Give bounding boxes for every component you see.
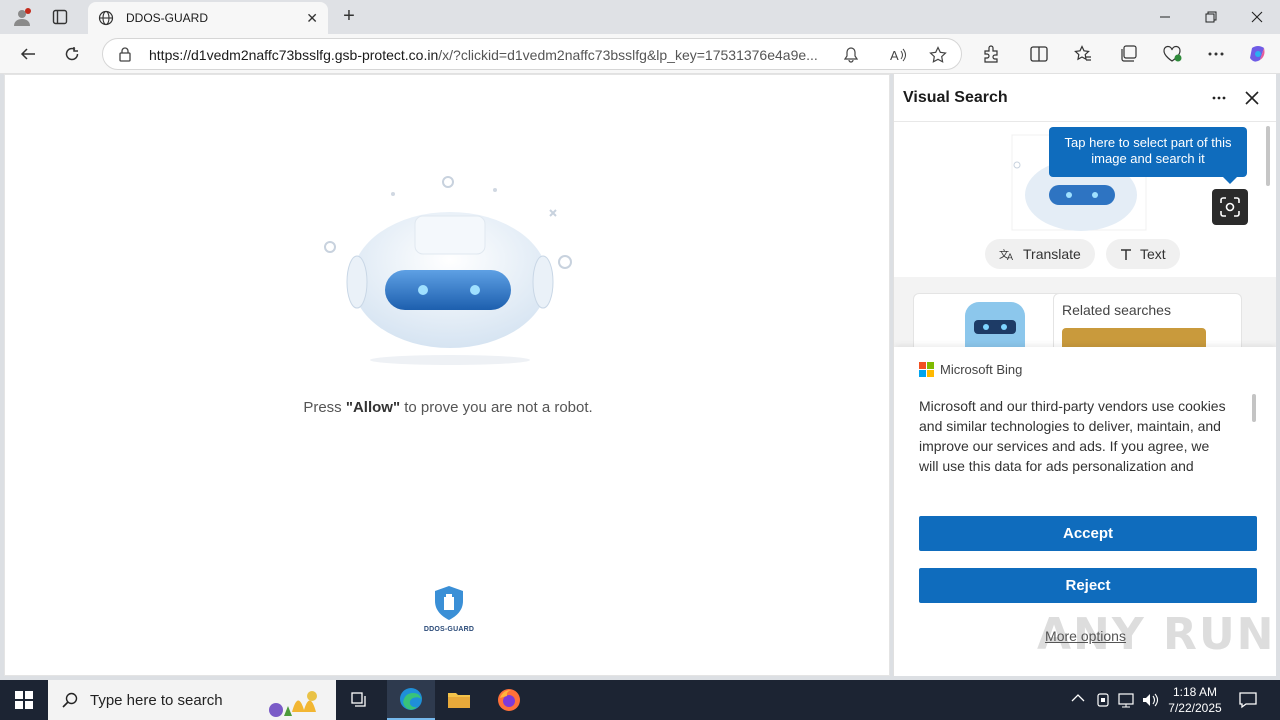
tab-bar: DDOS-GUARD ✕ + [0, 0, 1280, 34]
new-tab-button[interactable]: + [336, 5, 362, 29]
copilot-icon[interactable] [1243, 40, 1273, 68]
consent-scrollbar[interactable] [1252, 394, 1256, 422]
panel-header: Visual Search [894, 74, 1276, 122]
translate-button[interactable]: 文A Translate [985, 239, 1095, 269]
search-highlight-icon [269, 691, 317, 717]
microsoft-bing-logo: Microsoft Bing [919, 362, 1022, 377]
windows-icon [15, 691, 33, 709]
reject-button[interactable]: Reject [919, 568, 1257, 603]
close-window-button[interactable] [1234, 0, 1280, 34]
svg-text:A: A [890, 48, 899, 63]
settings-more-icon[interactable] [1201, 40, 1231, 68]
related-searches-label: Related searches [1062, 302, 1171, 318]
panel-more-icon[interactable] [1206, 86, 1232, 110]
prompt-allow-text: "Allow" [345, 399, 401, 416]
cookie-consent-dialog: Microsoft Bing Microsoft and our third-p… [894, 347, 1276, 676]
url-text[interactable]: https://d1vedm2naffc73bsslfg.gsb-protect… [149, 47, 829, 63]
panel-scrollbar[interactable] [1266, 126, 1270, 186]
start-button[interactable] [0, 680, 48, 720]
search-results: Related searches [894, 277, 1276, 373]
site-info-icon[interactable] [117, 46, 133, 65]
split-screen-icon[interactable] [1024, 40, 1054, 68]
notifications-icon[interactable] [1226, 680, 1270, 720]
file-explorer-icon[interactable] [435, 680, 483, 720]
image-preview[interactable]: Tap here to select part of this image an… [894, 122, 1276, 277]
edge-taskbar-icon[interactable] [387, 680, 435, 720]
browser-toolbar: https://d1vedm2naffc73bsslfg.gsb-protect… [0, 34, 1280, 74]
read-aloud-icon[interactable]: A [887, 45, 909, 65]
url-path: /x/?clickid=d1vedm2naffc73bsslfg&lp_key=… [438, 47, 818, 63]
back-button[interactable] [13, 40, 43, 68]
taskbar-search[interactable]: Type here to search [48, 680, 336, 720]
select-area-tooltip: Tap here to select part of this image an… [1049, 127, 1247, 184]
text-button[interactable]: Text [1106, 239, 1180, 269]
clock-time: 1:18 AM [1172, 685, 1218, 699]
bing-brand-text: Microsoft Bing [940, 362, 1023, 377]
url-host: https://d1vedm2naffc73bsslfg.gsb-protect… [149, 47, 439, 63]
text-icon [1121, 248, 1131, 260]
robot-illustration [324, 176, 572, 365]
collections-icon[interactable] [1113, 40, 1143, 68]
profile-icon[interactable] [8, 5, 36, 29]
prompt-text-start: Press [303, 399, 346, 416]
taskbar: Type here to search 1:18 AM 7/22/2025 [0, 680, 1280, 720]
system-clock[interactable]: 1:18 AM 7/22/2025 [1164, 684, 1226, 716]
translate-label: Translate [1023, 246, 1081, 262]
microsoft-logo-icon [919, 362, 934, 377]
consent-text: Microsoft and our third-party vendors us… [919, 398, 1226, 474]
minimize-button[interactable] [1142, 0, 1188, 34]
browser-essentials-icon[interactable] [1157, 40, 1187, 68]
security-tray-icon[interactable] [1096, 692, 1110, 711]
svg-text:A: A [1007, 252, 1013, 261]
tab-actions-icon[interactable] [46, 5, 74, 29]
address-bar[interactable]: https://d1vedm2naffc73bsslfg.gsb-protect… [102, 38, 962, 70]
brand-name: DDOS-GUARD [423, 626, 475, 633]
search-icon [62, 692, 78, 708]
prompt-text-end: to prove you are not a robot. [400, 399, 593, 416]
tooltip-text: Tap here to select part of this image an… [1064, 135, 1232, 166]
globe-icon [98, 10, 114, 26]
refresh-button[interactable] [57, 40, 87, 68]
visual-search-panel: Visual Search Tap here to select part of… [893, 74, 1276, 676]
accept-button[interactable]: Accept [919, 516, 1257, 551]
tab-title: DDOS-GUARD [126, 11, 209, 25]
clock-date: 7/22/2025 [1168, 701, 1222, 715]
show-hidden-icons[interactable] [1071, 692, 1085, 706]
scan-icon [1220, 197, 1240, 217]
page-content: Press "Allow" to prove you are not a rob… [4, 74, 890, 676]
search-placeholder: Type here to search [90, 691, 223, 709]
firefox-icon[interactable] [485, 680, 533, 720]
network-icon[interactable] [1118, 692, 1136, 711]
favorites-icon[interactable] [1068, 40, 1098, 68]
browser-tab[interactable]: DDOS-GUARD ✕ [88, 2, 328, 34]
favorite-star-icon[interactable] [927, 45, 949, 65]
shield-icon [435, 586, 463, 620]
tab-close-icon[interactable]: ✕ [306, 10, 318, 27]
task-view-icon[interactable] [336, 680, 384, 720]
more-options-link[interactable]: More options [894, 628, 1276, 644]
volume-icon[interactable] [1142, 692, 1160, 711]
notification-bell-icon[interactable] [840, 45, 862, 65]
captcha-prompt: Press "Allow" to prove you are not a rob… [5, 399, 891, 416]
panel-title: Visual Search [903, 89, 1008, 106]
visual-search-select-button[interactable] [1212, 189, 1248, 225]
text-label: Text [1140, 246, 1166, 262]
ddos-guard-logo: DDOS-GUARD [409, 585, 489, 633]
restore-button[interactable] [1188, 0, 1234, 34]
translate-icon: 文A [999, 248, 1013, 261]
panel-close-icon[interactable] [1239, 86, 1265, 110]
extensions-icon[interactable] [976, 40, 1006, 68]
